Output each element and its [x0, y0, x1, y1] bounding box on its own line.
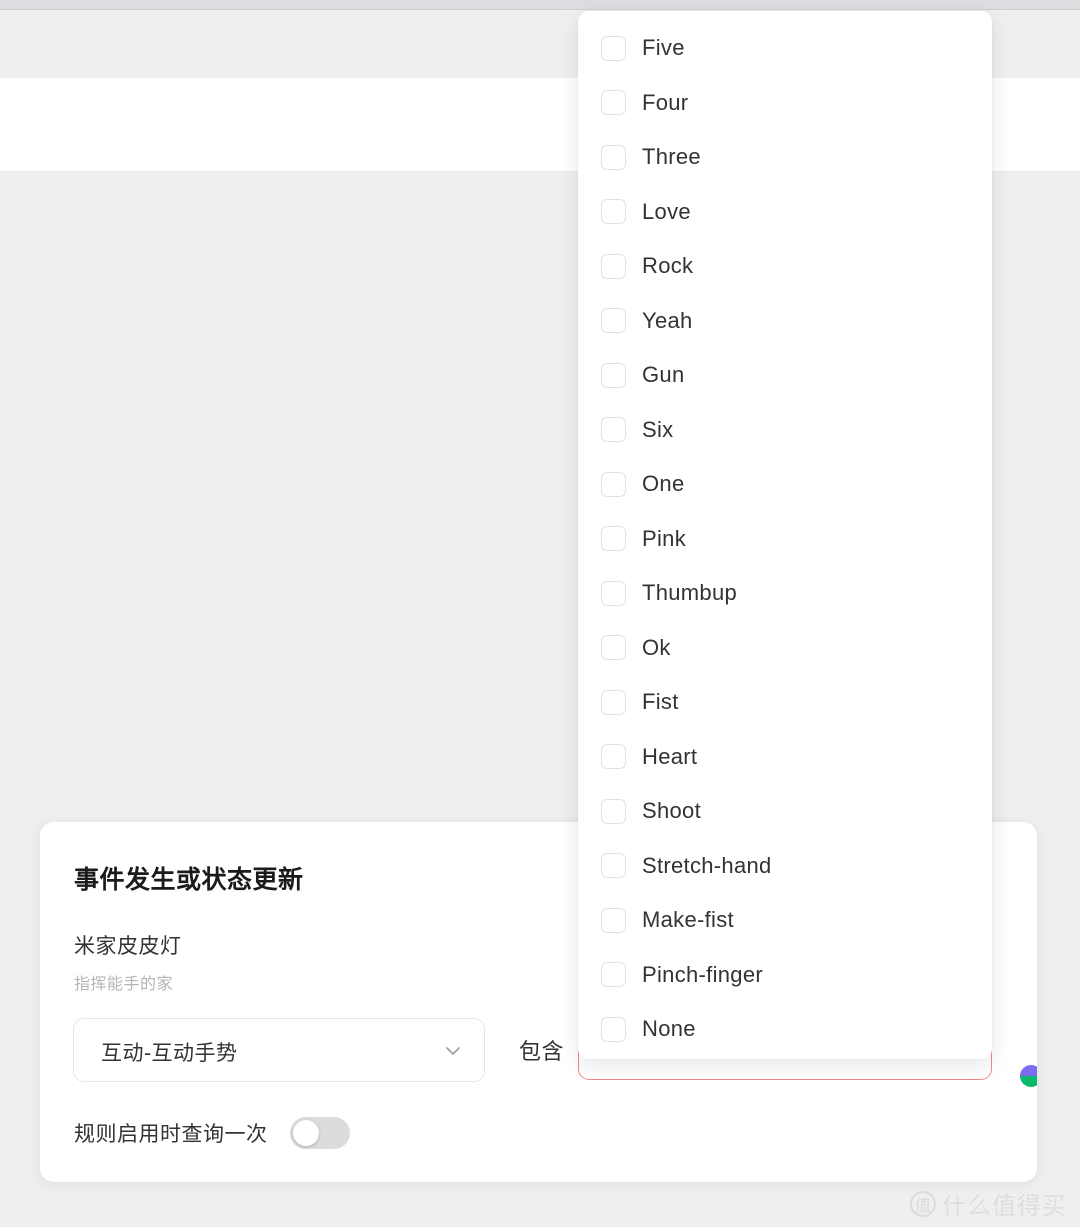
checkbox-icon[interactable] — [601, 853, 626, 879]
checkbox-icon[interactable] — [601, 308, 626, 334]
checkbox-icon[interactable] — [601, 253, 626, 279]
gesture-option-list: Five Four Three Love Rock Yeah Gun Six One Pink Th… — [578, 11, 992, 1057]
gesture-option-item[interactable]: Gun — [578, 348, 992, 403]
gesture-option-item[interactable]: Heart — [578, 730, 992, 785]
query-once-row: 规则启用时查询一次 — [74, 1117, 350, 1149]
checkbox-icon[interactable] — [601, 962, 626, 988]
gesture-option-item[interactable]: Six — [578, 403, 992, 458]
status-dot-top — [1020, 1065, 1037, 1076]
status-dot — [1020, 1065, 1037, 1087]
operator-label: 包含 — [519, 1039, 565, 1064]
gesture-option-label: Yeah — [642, 307, 693, 333]
property-select[interactable]: 互动-互动手势 — [73, 1018, 485, 1082]
gesture-option-item[interactable]: Pink — [578, 512, 992, 567]
gesture-option-item[interactable]: Thumbup — [578, 566, 992, 621]
gesture-option-item[interactable]: Rock — [578, 239, 992, 294]
gesture-option-item[interactable]: One — [578, 457, 992, 512]
checkbox-icon[interactable] — [601, 526, 626, 552]
property-select-value: 互动-互动手势 — [101, 1042, 238, 1065]
gesture-option-item[interactable]: Five — [578, 21, 992, 76]
checkbox-icon[interactable] — [601, 199, 626, 225]
checkbox-icon[interactable] — [601, 907, 626, 933]
chevron-down-icon — [444, 1042, 462, 1060]
gesture-option-label: Make-fist — [642, 907, 734, 933]
gesture-option-label: Love — [642, 198, 691, 224]
gesture-option-label: Rock — [642, 253, 694, 279]
gesture-dropdown-popup[interactable]: Five Four Three Love Rock Yeah Gun Six One Pink Th… — [578, 11, 992, 1059]
gesture-option-label: One — [642, 471, 685, 497]
gesture-option-item[interactable]: Love — [578, 185, 992, 240]
checkbox-icon[interactable] — [601, 798, 626, 824]
checkbox-icon[interactable] — [601, 471, 626, 497]
checkbox-icon[interactable] — [601, 689, 626, 715]
watermark-badge-icon: 值 — [910, 1190, 936, 1217]
device-room: 指挥能手的家 — [74, 976, 174, 993]
checkbox-icon[interactable] — [601, 635, 626, 661]
window-title-strip — [0, 0, 1080, 10]
gesture-option-item[interactable]: Four — [578, 76, 992, 131]
checkbox-icon[interactable] — [601, 417, 626, 443]
gesture-option-label: Ok — [642, 634, 671, 660]
gesture-option-label: Shoot — [642, 798, 701, 824]
gesture-option-item[interactable]: Stretch-hand — [578, 839, 992, 894]
query-once-toggle[interactable] — [289, 1117, 350, 1149]
gesture-option-label: Four — [642, 89, 689, 115]
gesture-option-label: Six — [642, 416, 674, 442]
gesture-option-label: Thumbup — [642, 580, 738, 606]
gesture-option-label: Stretch-hand — [642, 852, 772, 878]
checkbox-icon[interactable] — [601, 744, 626, 770]
gesture-option-item[interactable]: None — [578, 1002, 992, 1057]
gesture-option-label: Pink — [642, 525, 686, 551]
gesture-option-item[interactable]: Fist — [578, 675, 992, 730]
watermark-text: 什么值得买 — [942, 1193, 1067, 1220]
query-once-label: 规则启用时查询一次 — [74, 1123, 268, 1146]
gesture-option-label: None — [642, 1016, 696, 1042]
gesture-option-label: Three — [642, 144, 701, 170]
watermark: 值 什么值得买 — [910, 1186, 1067, 1221]
gesture-option-item[interactable]: Pinch-finger — [578, 948, 992, 1003]
gesture-option-label: Heart — [642, 743, 698, 769]
gesture-option-item[interactable]: Make-fist — [578, 893, 992, 948]
gesture-option-label: Five — [642, 35, 685, 61]
gesture-option-label: Fist — [642, 689, 679, 715]
checkbox-icon[interactable] — [601, 35, 626, 61]
card-title: 事件发生或状态更新 — [74, 866, 304, 894]
checkbox-icon[interactable] — [601, 580, 626, 606]
gesture-option-item[interactable]: Yeah — [578, 294, 992, 349]
checkbox-icon[interactable] — [601, 90, 626, 116]
gesture-option-label: Gun — [642, 362, 685, 388]
checkbox-icon[interactable] — [601, 144, 626, 170]
status-dot-bottom — [1020, 1076, 1037, 1087]
gesture-option-label: Pinch-finger — [642, 961, 763, 987]
device-name: 米家皮皮灯 — [74, 935, 182, 958]
checkbox-icon[interactable] — [601, 362, 626, 388]
toggle-knob — [292, 1120, 319, 1146]
gesture-option-item[interactable]: Ok — [578, 621, 992, 676]
gesture-option-item[interactable]: Three — [578, 130, 992, 185]
checkbox-icon[interactable] — [601, 1016, 626, 1042]
gesture-option-item[interactable]: Shoot — [578, 784, 992, 839]
